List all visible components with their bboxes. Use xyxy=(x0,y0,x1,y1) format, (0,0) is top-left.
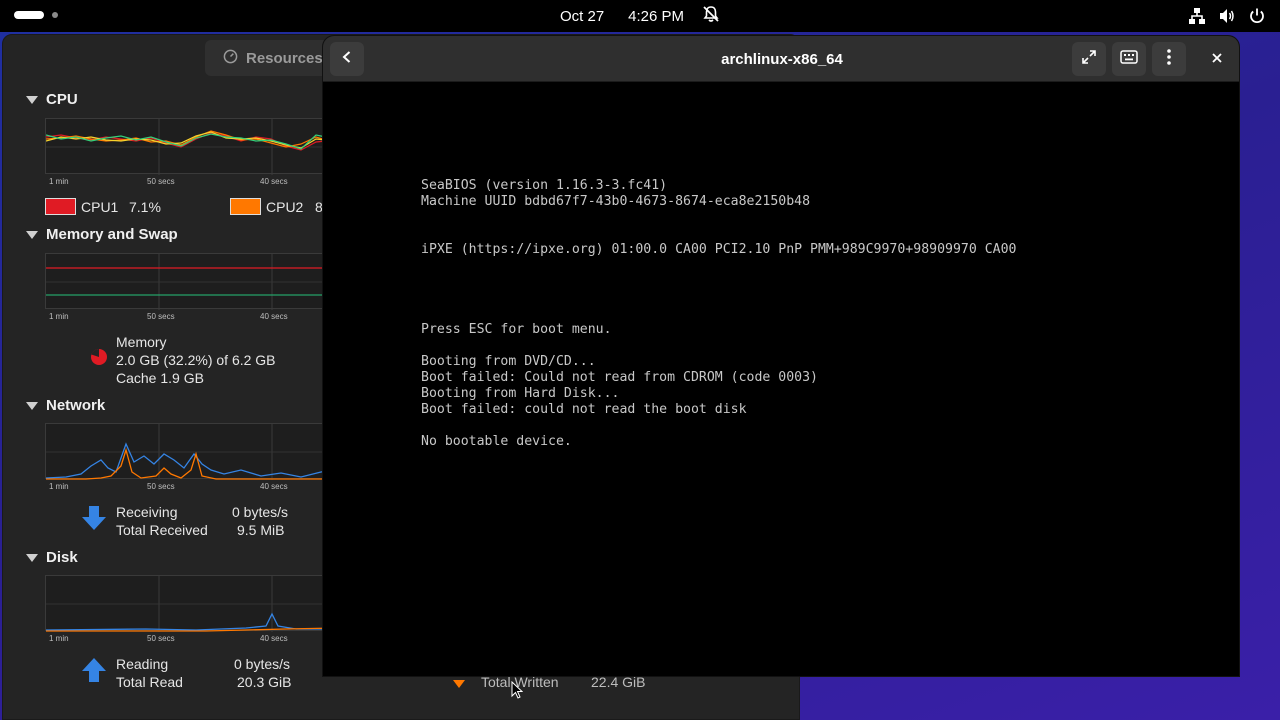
download-arrow-icon xyxy=(80,504,108,537)
send-keys-button[interactable] xyxy=(1112,42,1146,76)
console-line: Booting from DVD/CD... xyxy=(421,354,596,369)
console-line: SeaBIOS (version 1.16.3-3.fc41) xyxy=(421,178,668,193)
clock-date: Oct 27 xyxy=(559,7,605,25)
total-received-value: 9.5 MiB xyxy=(237,522,285,538)
tick-label: 50 secs xyxy=(147,634,175,643)
upload-arrow-icon xyxy=(80,656,108,689)
tick-label: 40 secs xyxy=(260,312,288,321)
network-heading: Network xyxy=(46,397,106,414)
memory-cache: Cache 1.9 GB xyxy=(116,370,204,386)
total-received-label: Total Received xyxy=(116,522,208,538)
expander-arrow-icon xyxy=(26,95,38,104)
total-read-label: Total Read xyxy=(116,674,183,690)
cpu2-color-swatch[interactable] xyxy=(230,198,261,215)
disk-graph xyxy=(45,575,336,632)
tick-label: 40 secs xyxy=(260,634,288,643)
top-bar: Oct 27 4:26 PM xyxy=(0,0,1280,32)
reading-label: Reading xyxy=(116,656,169,672)
cpu2-label: CPU2 xyxy=(266,199,304,215)
expand-icon xyxy=(1081,49,1097,70)
console-line: Press ESC for boot menu. xyxy=(421,322,612,337)
bell-muted-icon xyxy=(702,5,720,27)
write-arrow-icon xyxy=(453,677,465,695)
close-button[interactable] xyxy=(1205,47,1229,71)
network-graph xyxy=(45,423,336,480)
mouse-pointer-icon xyxy=(511,680,524,704)
expander-arrow-icon xyxy=(26,230,38,239)
network-wired-icon xyxy=(1188,6,1206,26)
reading-value: 0 bytes/s xyxy=(234,656,291,672)
cpu1-value: 7.1% xyxy=(129,199,161,215)
tick-label: 1 min xyxy=(49,482,69,491)
keyboard-icon xyxy=(1120,49,1138,69)
cpu-heading: CPU xyxy=(46,91,78,108)
resources-title-label: Resources xyxy=(246,49,323,67)
receiving-label: Receiving xyxy=(116,504,178,520)
memory-usage: 2.0 GB (32.2%) of 6.2 GB xyxy=(116,352,276,368)
clock-time: 4:26 PM xyxy=(628,7,685,25)
console-line: Booting from Hard Disk... xyxy=(421,386,620,401)
clock[interactable]: Oct 27 4:26 PM xyxy=(0,0,1280,32)
disk-heading: Disk xyxy=(46,549,78,566)
console-line: Machine UUID bdbd67f7-43b0-4673-8674-eca… xyxy=(421,194,811,209)
expander-arrow-icon xyxy=(26,401,38,410)
tick-label: 40 secs xyxy=(260,177,288,186)
resources-app-title[interactable]: Resources xyxy=(205,40,329,76)
kebab-menu-icon xyxy=(1167,48,1171,70)
tick-label: 1 min xyxy=(49,177,69,186)
speedometer-icon xyxy=(223,49,238,68)
vm-header-bar[interactable]: archlinux-x86_64 xyxy=(323,36,1239,82)
vm-console-output[interactable]: SeaBIOS (version 1.16.3-3.fc41) Machine U… xyxy=(421,178,1016,450)
tick-label: 1 min xyxy=(49,312,69,321)
memory-title: Memory xyxy=(116,334,167,350)
close-icon xyxy=(1212,50,1222,68)
power-icon xyxy=(1248,6,1266,26)
cpu1-label: CPU1 xyxy=(81,199,119,215)
console-line: No bootable device. xyxy=(421,434,572,449)
memory-graph xyxy=(45,253,336,310)
vm-window: archlinux-x86_64 SeaBIOS (version 1.16.3… xyxy=(322,35,1240,677)
disk-section-header[interactable]: Disk xyxy=(26,549,78,566)
tick-label: 50 secs xyxy=(147,482,175,491)
expander-arrow-icon xyxy=(26,553,38,562)
tick-label: 50 secs xyxy=(147,312,175,321)
speaker-icon xyxy=(1218,6,1236,26)
network-section-header[interactable]: Network xyxy=(26,397,105,414)
cpu-section-header[interactable]: CPU xyxy=(26,91,78,108)
cpu-graph xyxy=(45,118,336,175)
memory-section-header[interactable]: Memory and Swap xyxy=(26,226,178,243)
menu-button[interactable] xyxy=(1152,42,1186,76)
console-line: Boot failed: Could not read from CDROM (… xyxy=(421,370,818,385)
console-line: iPXE (https://ipxe.org) 01:00.0 CA00 PCI… xyxy=(421,242,1017,257)
system-tray[interactable] xyxy=(1188,6,1266,26)
tick-label: 1 min xyxy=(49,634,69,643)
cpu1-color-swatch[interactable] xyxy=(45,198,76,215)
total-read-value: 20.3 GiB xyxy=(237,674,292,690)
memory-heading: Memory and Swap xyxy=(46,226,178,243)
receiving-value: 0 bytes/s xyxy=(232,504,289,520)
tick-label: 50 secs xyxy=(147,177,175,186)
tick-label: 40 secs xyxy=(260,482,288,491)
memory-pie-icon xyxy=(89,347,109,372)
console-line: Boot failed: could not read the boot dis… xyxy=(421,402,747,417)
fullscreen-button[interactable] xyxy=(1072,42,1106,76)
